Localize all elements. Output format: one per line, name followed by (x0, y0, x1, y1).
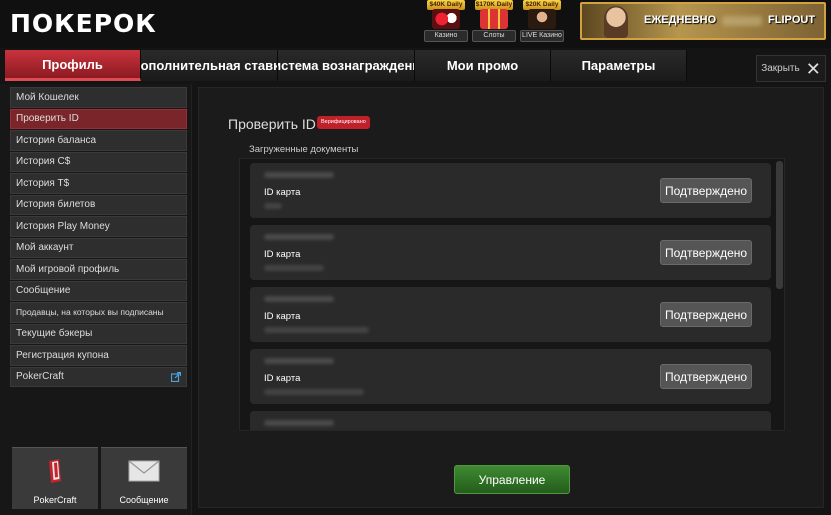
tab-additional-bet[interactable]: Дополнительная ставка (141, 50, 278, 81)
document-type: ID карта (264, 373, 301, 384)
shortcut-label: PokerCraft (33, 495, 77, 505)
promo-text-right: FLIPOUT (768, 14, 816, 26)
game-label: Слоты (472, 30, 516, 42)
page-title: Проверить ID (228, 116, 316, 132)
sidebar-item-my-account[interactable]: Мой аккаунт (10, 237, 187, 258)
redacted-field (264, 265, 324, 271)
sidebar-item-cs-history[interactable]: История C$ (10, 151, 187, 172)
document-card: ID карта Подтверждено (250, 225, 771, 280)
promo-banner[interactable]: ЕЖЕДНЕВНО FLIPOUT (580, 2, 826, 40)
slots-icon (480, 9, 508, 29)
redacted-field (264, 358, 334, 364)
document-card: ID карта Подтверждено (250, 287, 771, 342)
game-casino[interactable]: $40K Daily Казино (424, 0, 468, 42)
sidebar-item-wallet[interactable]: Мой Кошелек (10, 87, 187, 108)
redacted-field (264, 389, 364, 395)
close-button[interactable]: Закрыть ✕ (756, 55, 826, 82)
tab-rewards[interactable]: Система вознаграждений (278, 50, 415, 81)
documents-scrollbar[interactable] (776, 161, 783, 289)
sidebar-item-pokercraft[interactable]: PokerCraft (10, 366, 187, 387)
redacted-field (264, 327, 369, 333)
redacted-field (264, 296, 334, 302)
sidebar-item-current-backers[interactable]: Текущие бэкеры (10, 323, 187, 344)
document-card-partial (250, 411, 771, 430)
game-label: LIVE Казино (520, 30, 564, 42)
close-label: Закрыть (761, 63, 800, 74)
sidebar-item-game-profile[interactable]: Мой игровой профиль (10, 259, 187, 280)
status-confirmed-button[interactable]: Подтверждено (660, 240, 752, 265)
status-confirmed-button[interactable]: Подтверждено (660, 178, 752, 203)
close-icon: ✕ (805, 58, 821, 79)
document-card: ID карта Подтверждено (250, 163, 771, 218)
sidebar-item-play-money-history[interactable]: История Play Money (10, 216, 187, 237)
pokercraft-icon (49, 459, 61, 483)
game-slots[interactable]: $170K Daily Слоты (472, 0, 516, 42)
sidebar-menu: Мой Кошелек Проверить ID История баланса… (10, 87, 187, 388)
redacted-field (264, 172, 334, 178)
redacted-field (264, 420, 334, 426)
redacted-field (264, 203, 282, 209)
tab-profile[interactable]: Профиль (5, 50, 141, 81)
promo-blurred-text (722, 16, 762, 26)
document-type: ID карта (264, 249, 301, 260)
manage-button[interactable]: Управление (454, 465, 570, 494)
sidebar-item-coupon-registration[interactable]: Регистрация купона (10, 345, 187, 366)
envelope-icon (128, 460, 160, 482)
shortcut-label: Сообщение (119, 495, 169, 505)
sidebar-item-verify-id[interactable]: Проверить ID (10, 108, 187, 129)
main-tabs: Профиль Дополнительная ставка Система во… (5, 50, 687, 81)
messages-shortcut-button[interactable]: Сообщение (101, 447, 187, 509)
game-shortcuts: $40K Daily Казино $170K Daily Слоты $20K… (424, 0, 564, 42)
documents-label: Загруженные документы (249, 144, 359, 155)
sidebar-item-messages[interactable]: Сообщение (10, 280, 187, 301)
promo-portrait (604, 6, 628, 38)
sidebar-item-label: PokerCraft (16, 371, 64, 383)
tab-my-promo[interactable]: Мои промо (415, 50, 551, 81)
sidebar-shortcuts: PokerCraft Сообщение (12, 447, 187, 509)
sidebar: Мой Кошелек Проверить ID История баланса… (0, 84, 192, 515)
game-label: Казино (424, 30, 468, 42)
document-card: ID карта Подтверждено (250, 349, 771, 404)
tab-settings[interactable]: Параметры (551, 50, 687, 81)
app-logo: ПОКЕРОК (10, 9, 157, 38)
status-confirmed-button[interactable]: Подтверждено (660, 364, 752, 389)
sidebar-item-ts-history[interactable]: История T$ (10, 173, 187, 194)
document-type: ID карта (264, 311, 301, 322)
live-dealer-icon (528, 9, 556, 29)
sidebar-item-followed-sellers[interactable]: Продавцы, на которых вы подписаны (10, 302, 187, 323)
verified-badge: Верифицировано (317, 116, 370, 129)
redacted-field (264, 234, 334, 240)
documents-list: ID карта Подтверждено ID карта Подтвержд… (239, 158, 785, 431)
status-confirmed-button[interactable]: Подтверждено (660, 302, 752, 327)
pokercraft-shortcut-button[interactable]: PokerCraft (12, 447, 98, 509)
top-header: ПОКЕРОК $40K Daily Казино $170K Daily Сл… (0, 0, 831, 48)
verify-id-panel: Проверить ID Верифицировано Загруженные … (198, 87, 824, 508)
game-live-casino[interactable]: $20K Daily LIVE Казино (520, 0, 564, 42)
document-type: ID карта (264, 187, 301, 198)
external-link-icon (171, 371, 181, 382)
sidebar-item-balance-history[interactable]: История баланса (10, 130, 187, 151)
casino-icon (432, 9, 460, 29)
sidebar-item-ticket-history[interactable]: История билетов (10, 194, 187, 215)
promo-text-left: ЕЖЕДНЕВНО (644, 14, 717, 26)
